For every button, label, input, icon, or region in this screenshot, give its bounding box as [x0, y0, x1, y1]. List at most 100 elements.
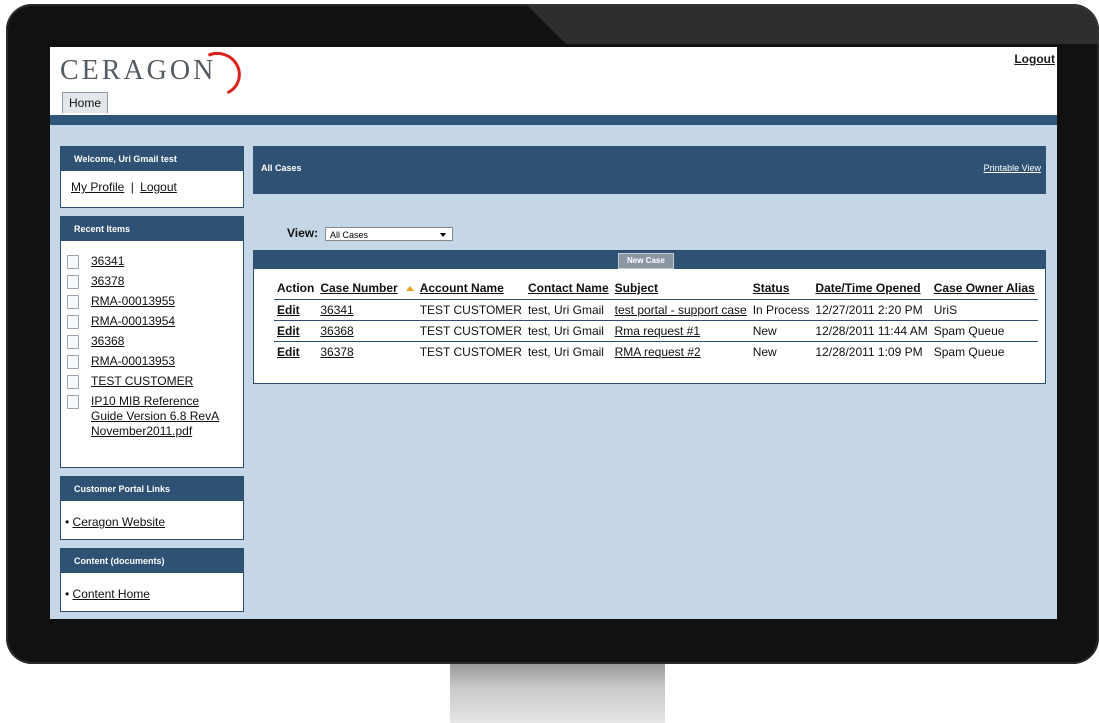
case-number-link[interactable]: 36341	[320, 303, 353, 317]
col-action: Action	[274, 279, 318, 300]
cases-table: Action Case Number Account Name Contact …	[274, 279, 1038, 362]
recent-item-label[interactable]: RMA-00013955	[91, 294, 175, 308]
col-case-number[interactable]: Case Number	[317, 279, 417, 300]
bezel-reflection	[526, 4, 1099, 44]
recent-item[interactable]: RMA-00013954	[61, 314, 237, 329]
view-select[interactable]: All Cases	[325, 227, 453, 241]
col-subject[interactable]: Subject	[611, 279, 750, 300]
status: In Process	[749, 299, 813, 321]
recent-item[interactable]: 36341	[61, 254, 237, 269]
table-header-row: Action Case Number Account Name Contact …	[274, 279, 1038, 300]
subject-link[interactable]: test portal - support case	[615, 303, 747, 317]
page-title: All Cases	[261, 163, 302, 173]
table-row: Edit 36378 TEST CUSTOMER test, Uri Gmail…	[274, 342, 1038, 363]
view-select-value: All Cases	[330, 230, 369, 240]
recent-item[interactable]: RMA-00013955	[61, 294, 237, 309]
subject-link[interactable]: RMA request #2	[615, 345, 701, 359]
document-icon	[67, 395, 79, 409]
sort-account-name[interactable]: Account Name	[420, 281, 504, 295]
content-home-link[interactable]: Content Home	[73, 587, 150, 601]
new-case-button[interactable]: New Case	[618, 253, 674, 269]
recent-items-title: Recent Items	[61, 217, 243, 241]
recent-item[interactable]: RMA-00013953	[61, 354, 237, 369]
document-icon	[67, 315, 79, 329]
logout-link[interactable]: Logout	[1014, 52, 1055, 66]
sort-ascending-icon	[405, 286, 414, 292]
status: New	[752, 345, 777, 359]
sort-case-number[interactable]: Case Number	[320, 281, 397, 295]
welcome-title: Welcome, Uri Gmail test	[61, 147, 243, 171]
subject-link[interactable]: Rma request #1	[615, 324, 700, 338]
sort-subject[interactable]: Subject	[615, 281, 658, 295]
sort-status[interactable]: Status	[753, 281, 790, 295]
date-opened: 12/28/2011 1:09 PM	[815, 345, 923, 359]
recent-item[interactable]: IP10 MIB Reference Guide Version 6.8 Rev…	[61, 394, 237, 439]
owner-alias: Spam Queue	[930, 320, 1038, 342]
sort-contact-name[interactable]: Contact Name	[528, 281, 609, 295]
col-account-name[interactable]: Account Name	[416, 279, 525, 300]
contact-name: test, Uri Gmail	[527, 345, 604, 359]
separator: |	[130, 180, 134, 194]
screen: CERAGON Logout Home Welcome, Uri Gmail t…	[50, 47, 1057, 619]
document-icon	[67, 275, 79, 289]
recent-item-label[interactable]: TEST CUSTOMER	[91, 374, 193, 388]
col-owner-alias[interactable]: Case Owner Alias	[930, 279, 1038, 300]
tab-home[interactable]: Home	[62, 92, 109, 113]
recent-item[interactable]: 36368	[61, 334, 237, 349]
list-item[interactable]: • Content Home	[65, 587, 239, 601]
status: New	[749, 320, 813, 342]
recent-item-label[interactable]: 36378	[91, 274, 124, 288]
contact-name: test, Uri Gmail	[524, 299, 612, 321]
welcome-box: Welcome, Uri Gmail test My Profile | Log…	[60, 146, 244, 208]
account-name: TEST CUSTOMER	[416, 299, 525, 321]
case-number-link[interactable]: 36368	[320, 324, 353, 338]
document-icon	[67, 355, 79, 369]
document-icon	[67, 375, 79, 389]
table-row: Edit 36341 TEST CUSTOMER test, Uri Gmail…	[274, 299, 1038, 321]
account-name: TEST CUSTOMER	[416, 320, 525, 342]
recent-item-label[interactable]: IP10 MIB Reference Guide Version 6.8 Rev…	[91, 394, 221, 439]
col-status[interactable]: Status	[749, 279, 813, 300]
ceragon-logo: CERAGON	[60, 55, 217, 86]
all-cases-header: All Cases Printable View	[253, 146, 1046, 194]
owner-alias: Spam Queue	[933, 345, 1005, 359]
edit-link[interactable]: Edit	[277, 345, 300, 359]
sort-date-opened[interactable]: Date/Time Opened	[815, 281, 920, 295]
col-contact-name[interactable]: Contact Name	[524, 279, 612, 300]
col-date-opened[interactable]: Date/Time Opened	[812, 279, 931, 300]
document-icon	[67, 295, 79, 309]
ceragon-website-link[interactable]: Ceragon Website	[73, 515, 166, 529]
cases-panel: New Case Action Case Number Account Name…	[253, 250, 1046, 384]
nav-stripe	[50, 115, 1057, 125]
my-profile-link[interactable]: My Profile	[71, 180, 124, 194]
view-label: View:	[287, 226, 319, 240]
content-docs-box: Content (documents) • Content Home	[60, 548, 244, 612]
top-header: CERAGON Logout Home	[50, 47, 1057, 115]
edit-link[interactable]: Edit	[277, 324, 300, 338]
monitor-stand	[450, 664, 665, 723]
account-name: TEST CUSTOMER	[419, 345, 522, 359]
recent-item-label[interactable]: 36341	[91, 254, 124, 268]
printable-view-link[interactable]: Printable View	[984, 163, 1041, 173]
sort-owner-alias[interactable]: Case Owner Alias	[934, 281, 1035, 295]
content-docs-title: Content (documents)	[61, 549, 243, 573]
table-row: Edit 36368 TEST CUSTOMER test, Uri Gmail…	[274, 320, 1038, 342]
welcome-logout-link[interactable]: Logout	[140, 180, 177, 194]
list-item[interactable]: • Ceragon Website	[65, 515, 239, 529]
recent-items-box: Recent Items 36341 36378 RMA-00013955 RM…	[60, 216, 244, 468]
recent-item[interactable]: 36378	[61, 274, 237, 289]
date-opened: 12/27/2011 2:20 PM	[812, 299, 931, 321]
portal-links-box: Customer Portal Links • Ceragon Website	[60, 476, 244, 540]
recent-item[interactable]: TEST CUSTOMER	[61, 374, 237, 389]
recent-item-label[interactable]: RMA-00013953	[91, 354, 175, 368]
contact-name: test, Uri Gmail	[524, 320, 612, 342]
edit-link[interactable]: Edit	[277, 303, 300, 317]
date-opened: 12/28/2011 11:44 AM	[812, 320, 931, 342]
document-icon	[67, 255, 79, 269]
dropdown-arrow-icon	[440, 233, 446, 237]
case-number-link[interactable]: 36378	[320, 345, 353, 359]
recent-item-label[interactable]: RMA-00013954	[91, 314, 175, 328]
portal-links-title: Customer Portal Links	[61, 477, 243, 501]
recent-item-label[interactable]: 36368	[91, 334, 124, 348]
document-icon	[67, 335, 79, 349]
